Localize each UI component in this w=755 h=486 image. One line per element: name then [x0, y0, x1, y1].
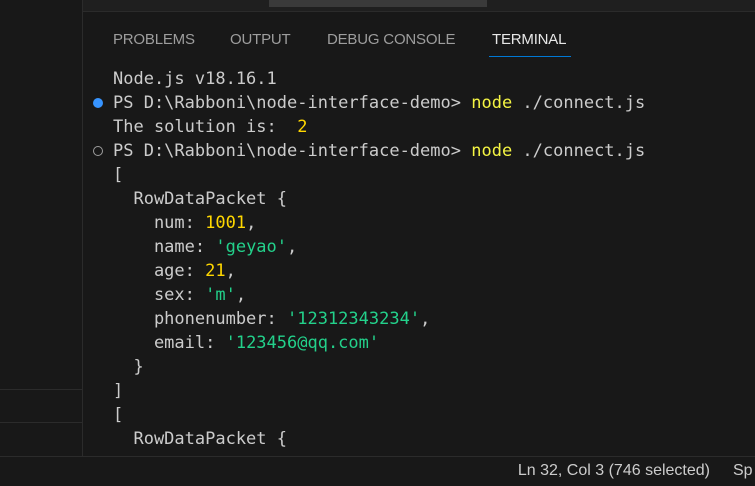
field-separator: ,: [246, 213, 257, 233]
command-args: ./connect.js: [512, 93, 646, 113]
terminal-line: PS D:\Rabboni\node-interface-demo> node …: [113, 139, 645, 163]
terminal-line: [: [113, 165, 124, 185]
editor-area: [83, 0, 755, 12]
terminal-line: The solution is: 2: [113, 115, 307, 139]
field-value: '12312343234': [287, 309, 421, 329]
tab-problems[interactable]: PROBLEMS: [113, 31, 195, 48]
field-value: 'm': [205, 285, 236, 305]
field-value: 21: [205, 261, 226, 281]
terminal-line: RowDataPacket {: [113, 189, 287, 209]
indentation-status[interactable]: Sp: [733, 462, 753, 480]
command-args: ./connect.js: [512, 141, 646, 161]
tab-terminal[interactable]: TERMINAL: [492, 31, 566, 48]
command-success-icon[interactable]: [93, 98, 103, 108]
field-separator: ,: [287, 237, 298, 257]
panel-tabs: PROBLEMS OUTPUT DEBUG CONSOLE TERMINAL: [83, 12, 755, 58]
sidebar-divider: [0, 422, 82, 423]
field-value: 1001: [205, 213, 247, 233]
command-text: node: [471, 93, 513, 113]
solution-value: 2: [297, 117, 308, 137]
editor-scrollbar[interactable]: [269, 0, 487, 7]
tab-output[interactable]: OUTPUT: [230, 31, 291, 48]
terminal-line: num: 1001,: [113, 211, 256, 235]
field-key: num:: [113, 213, 206, 233]
command-text: node: [471, 141, 513, 161]
sidebar: [0, 0, 83, 456]
terminal-output[interactable]: Node.js v18.16.1 PS D:\Rabboni\node-inte…: [83, 67, 755, 456]
terminal-line: PS D:\Rabboni\node-interface-demo> node …: [113, 91, 645, 115]
field-value: 'geyao': [215, 237, 288, 257]
terminal-line: age: 21,: [113, 259, 236, 283]
tab-debug-console[interactable]: DEBUG CONSOLE: [327, 31, 455, 48]
field-separator: ,: [420, 309, 431, 329]
terminal-line: ]: [113, 381, 124, 401]
terminal-line: }: [113, 357, 144, 377]
panel: PROBLEMS OUTPUT DEBUG CONSOLE TERMINAL N…: [83, 12, 755, 456]
terminal-line: sex: 'm',: [113, 283, 246, 307]
terminal-line: name: 'geyao',: [113, 235, 297, 259]
solution-label: The solution is:: [113, 117, 298, 137]
terminal-line: email: '123456@qq.com': [113, 331, 379, 355]
field-key: phonenumber:: [113, 309, 287, 329]
field-separator: ,: [225, 261, 236, 281]
terminal-line: [: [113, 405, 124, 425]
cursor-position-status[interactable]: Ln 32, Col 3 (746 selected): [518, 462, 710, 480]
terminal-line: Node.js v18.16.1: [113, 69, 277, 89]
prompt-text: PS D:\Rabboni\node-interface-demo>: [113, 93, 472, 113]
active-tab-indicator: [489, 56, 571, 57]
field-value: '123456@qq.com': [225, 333, 380, 353]
sidebar-divider: [0, 389, 82, 390]
field-key: email:: [113, 333, 226, 353]
prompt-text: PS D:\Rabboni\node-interface-demo>: [113, 141, 472, 161]
terminal-line: phonenumber: '12312343234',: [113, 307, 430, 331]
field-key: name:: [113, 237, 216, 257]
command-neutral-icon[interactable]: [93, 146, 103, 156]
field-key: sex:: [113, 285, 206, 305]
status-bar: Ln 32, Col 3 (746 selected) Sp: [0, 456, 755, 486]
field-separator: ,: [235, 285, 247, 305]
terminal-line: RowDataPacket {: [113, 429, 287, 449]
field-key: age:: [113, 261, 206, 281]
